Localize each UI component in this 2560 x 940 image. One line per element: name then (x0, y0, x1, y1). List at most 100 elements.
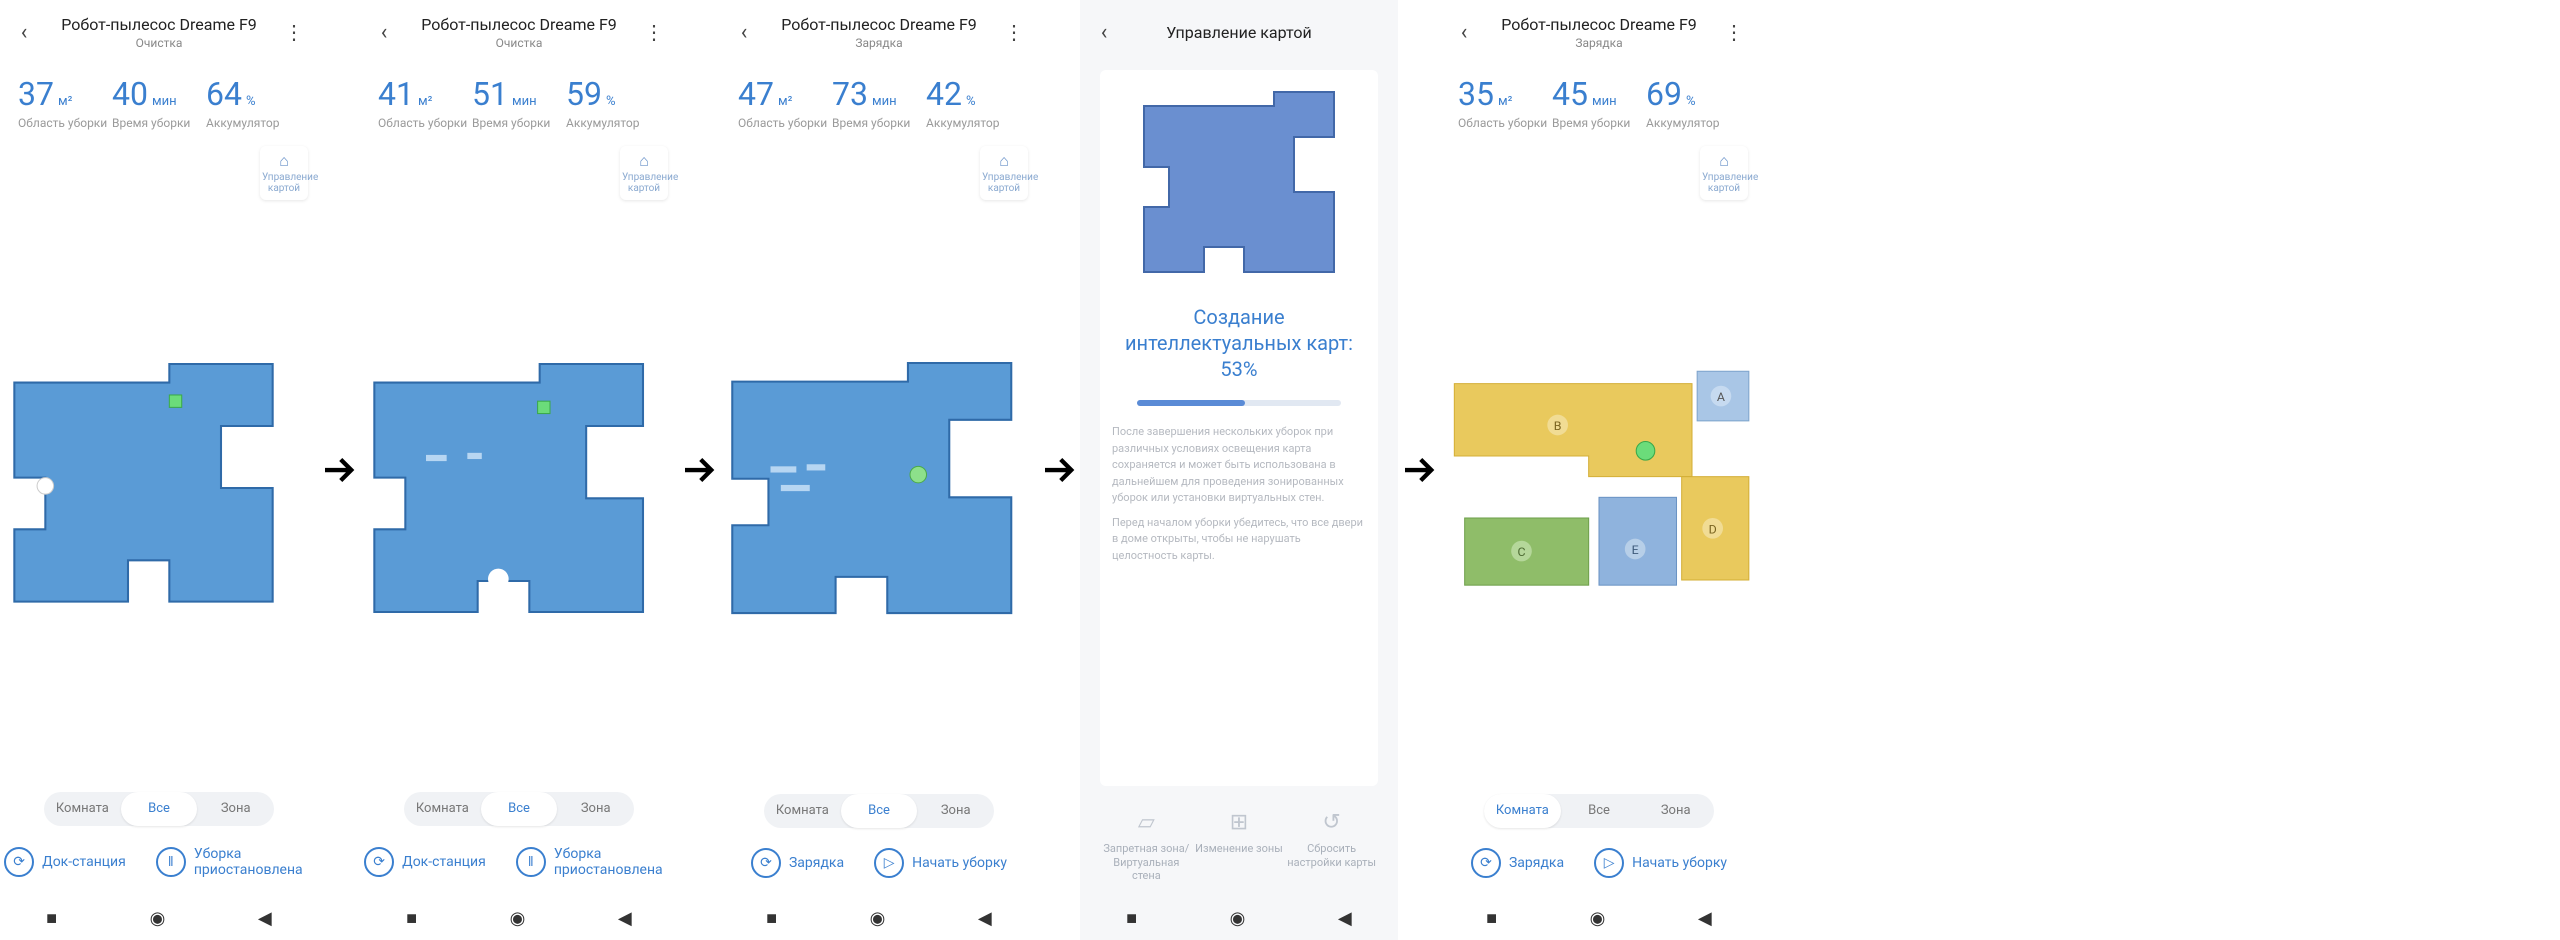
pause-button[interactable]: ‖ Уборка приостановлена (516, 846, 674, 878)
tab-room[interactable]: Комната (1484, 794, 1561, 828)
stat-area: 47м² Область уборки (738, 78, 832, 130)
stats-row: 37м² Область уборки 40мин Время уборки 6… (0, 60, 318, 140)
map-icon: ⌂ (622, 152, 666, 170)
tab-all[interactable]: Все (841, 794, 918, 828)
tab-room[interactable]: Комната (404, 792, 481, 826)
nav-circle-icon[interactable]: ◉ (870, 908, 886, 929)
back-icon[interactable]: ‹ (10, 20, 38, 45)
tab-zone[interactable]: Зона (197, 792, 274, 826)
nav-back-icon[interactable]: ◀ (618, 908, 632, 929)
stat-area: 35м² Область уборки (1458, 78, 1552, 130)
floor-map (4, 200, 314, 772)
back-icon[interactable]: ‹ (370, 20, 398, 45)
dock-button[interactable]: ⟳ Док-станция (4, 846, 126, 878)
stat-battery: 42% Аккумулятор (926, 78, 1020, 130)
nav-circle-icon[interactable]: ◉ (150, 908, 166, 929)
pause-button[interactable]: ‖ Уборка приостановлена (156, 846, 314, 878)
start-button[interactable]: ▷ Начать уборку (1594, 848, 1727, 878)
map-area[interactable]: ⌂ Управление картой (360, 140, 678, 792)
page-title: Робот-пылесос Dreame F9 (758, 15, 1000, 34)
nav-square-icon[interactable]: ■ (46, 908, 57, 929)
nav-back-icon[interactable]: ◀ (258, 908, 272, 929)
dock-button[interactable]: ⟳ Док-станция (364, 846, 486, 878)
screen-2: ‹ Робот-пылесос Dreame F9 Очистка ⋮ 41м²… (360, 0, 678, 940)
floor-map (724, 200, 1034, 774)
menu-icon[interactable]: ⋮ (280, 20, 308, 44)
tab-room[interactable]: Комната (44, 792, 121, 826)
page-subtitle: Очистка (38, 36, 280, 50)
tool-restricted-zone[interactable]: ▱ Запретная зона/ Виртуальная стена (1101, 810, 1191, 882)
stat-time: 73мин Время уборки (832, 78, 926, 130)
mm-progress-fill (1137, 400, 1245, 406)
floor-map (364, 200, 674, 772)
nav-square-icon[interactable]: ■ (766, 908, 777, 929)
start-button[interactable]: ▷ Начать уборку (874, 848, 1007, 878)
tab-room[interactable]: Комната (764, 794, 841, 828)
map-area[interactable]: ⌂ Управление картой (0, 140, 318, 792)
nav-bar: ■ ◉ ◀ (0, 896, 318, 940)
map-management-button[interactable]: ⌂ Управление картой (620, 146, 668, 200)
mm-floor-map (1129, 86, 1349, 286)
screen-5: ‹ Робот-пылесос Dreame F9 Зарядка ⋮ 35м²… (1440, 0, 1758, 940)
charge-button[interactable]: ⟳ Зарядка (1471, 848, 1564, 878)
tool-reset-map[interactable]: ↺ Сбросить настройки карты (1287, 810, 1377, 882)
svg-text:B: B (1554, 419, 1562, 434)
mm-desc-1: После завершения нескольких уборок при р… (1112, 424, 1366, 507)
back-icon[interactable]: ‹ (1450, 20, 1478, 45)
nav-back-icon[interactable]: ◀ (1338, 908, 1352, 929)
svg-text:A: A (1717, 390, 1725, 405)
back-icon[interactable]: ‹ (1090, 20, 1118, 45)
menu-icon[interactable]: ⋮ (1720, 20, 1748, 44)
nav-square-icon[interactable]: ■ (1126, 908, 1137, 929)
pause-icon: ‖ (516, 847, 546, 877)
mm-card: Создание интеллектуальных карт: 53% Посл… (1100, 70, 1378, 786)
tabs: Комната Все Зона (44, 792, 274, 826)
play-icon: ▷ (874, 848, 904, 878)
nav-square-icon[interactable]: ■ (1486, 908, 1497, 929)
nav-back-icon[interactable]: ◀ (978, 908, 992, 929)
edit-zone-icon: ⊞ (1194, 810, 1284, 836)
mm-progress-bar (1137, 400, 1340, 406)
stat-time: 45мин Время уборки (1552, 78, 1646, 130)
nav-bar: ■ ◉ ◀ (360, 896, 678, 940)
tab-zone[interactable]: Зона (1637, 794, 1714, 828)
stat-battery: 59% Аккумулятор (566, 78, 660, 130)
arrow-icon (678, 0, 720, 940)
map-management-button[interactable]: ⌂ Управление картой (1700, 146, 1748, 200)
nav-circle-icon[interactable]: ◉ (1230, 908, 1246, 929)
stat-area: 41м² Область уборки (378, 78, 472, 130)
map-management-button[interactable]: ⌂ Управление картой (980, 146, 1028, 200)
menu-icon[interactable]: ⋮ (1000, 20, 1028, 44)
tab-all[interactable]: Все (1561, 794, 1638, 828)
charge-button[interactable]: ⟳ Зарядка (751, 848, 844, 878)
back-icon[interactable]: ‹ (730, 20, 758, 45)
tabs: Комната Все Зона (1484, 794, 1714, 828)
nav-square-icon[interactable]: ■ (406, 908, 417, 929)
menu-icon[interactable]: ⋮ (640, 20, 668, 44)
nav-circle-icon[interactable]: ◉ (510, 908, 526, 929)
nav-back-icon[interactable]: ◀ (1698, 908, 1712, 929)
header: ‹ Робот-пылесос Dreame F9 Очистка ⋮ (360, 0, 678, 60)
tool-edit-zone[interactable]: ⊞ Изменение зоны (1194, 810, 1284, 882)
tabs: Комната Все Зона (404, 792, 634, 826)
tab-zone[interactable]: Зона (917, 794, 994, 828)
stats-row: 41м² Область уборки 51мин Время уборки 5… (360, 60, 678, 140)
nav-bar: ■ ◉ ◀ (1440, 896, 1758, 940)
nav-circle-icon[interactable]: ◉ (1590, 908, 1606, 929)
mm-body: Создание интеллектуальных карт: 53% Посл… (1080, 60, 1398, 896)
map-management-button[interactable]: ⌂ Управление картой (260, 146, 308, 200)
map-area[interactable]: ⌂ Управление картой (720, 140, 1038, 794)
nav-bar: ■ ◉ ◀ (1080, 896, 1398, 940)
header: ‹ Робот-пылесос Dreame F9 Очистка ⋮ (0, 0, 318, 60)
page-subtitle: Зарядка (758, 36, 1000, 50)
action-row: ⟳ Док-станция ‖ Уборка приостановлена (360, 846, 678, 896)
header: ‹ Робот-пылесос Dreame F9 Зарядка ⋮ (1440, 0, 1758, 60)
tab-zone[interactable]: Зона (557, 792, 634, 826)
stat-area: 37м² Область уборки (18, 78, 112, 130)
svg-text:D: D (1709, 523, 1717, 538)
map-icon: ⌂ (1702, 152, 1746, 170)
tab-all[interactable]: Все (121, 792, 198, 826)
map-area[interactable]: ⌂ Управление картой A B C D E (1440, 140, 1758, 794)
tabs: Комната Все Зона (764, 794, 994, 828)
tab-all[interactable]: Все (481, 792, 558, 826)
